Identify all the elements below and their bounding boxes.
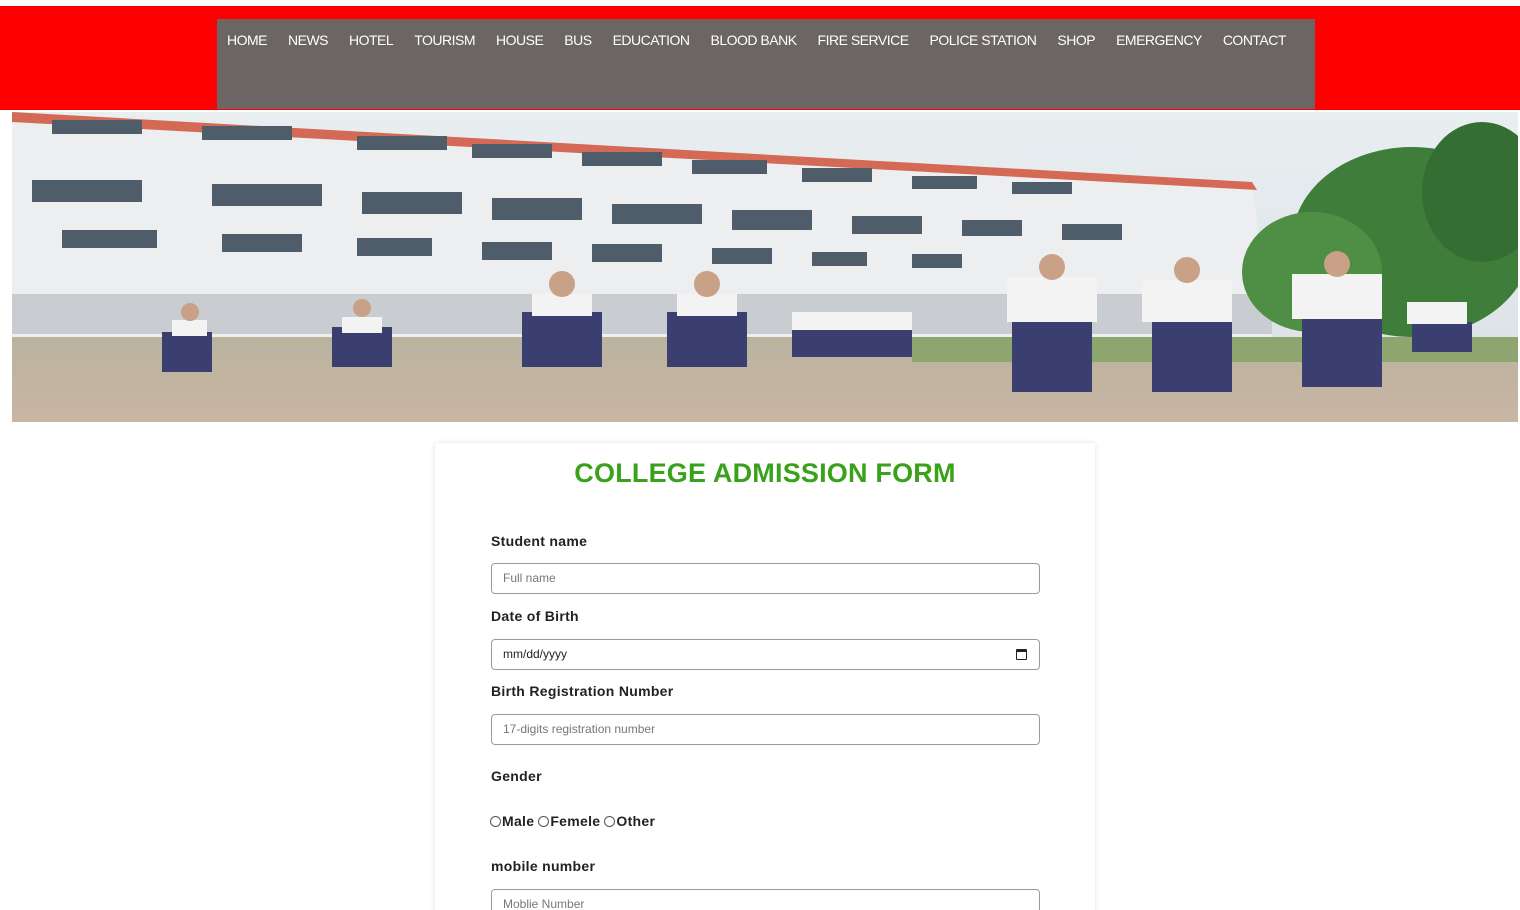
birth-reg-label: Birth Registration Number (491, 683, 674, 699)
nav-hotel[interactable]: HOTEL (349, 19, 394, 64)
nav-shop[interactable]: SHOP (1057, 19, 1095, 64)
hero-college-image (12, 112, 1518, 422)
gender-other-option[interactable]: Other (604, 813, 655, 829)
gender-other-label: Other (616, 813, 656, 829)
nav-contact[interactable]: CONTACT (1223, 19, 1287, 64)
birth-reg-input[interactable]: 17-digits registration number (491, 714, 1040, 745)
top-header-bar: HOME NEWS HOTEL TOURISM HOUSE BUS EDUCAT… (0, 6, 1520, 110)
gender-male-option[interactable]: Male (490, 813, 534, 829)
nav-emergency[interactable]: EMERGENCY (1116, 19, 1202, 64)
mobile-placeholder: Moblie Number (503, 897, 585, 910)
gender-other-radio[interactable] (604, 815, 616, 827)
nav-fire-service[interactable]: FIRE SERVICE (818, 19, 910, 64)
student-name-placeholder: Full name (503, 571, 556, 585)
student-name-input[interactable]: Full name (491, 563, 1040, 594)
admission-form-card: COLLEGE ADMISSION FORM Student name Full… (435, 443, 1095, 910)
dob-input[interactable]: mm/dd/yyyy (491, 639, 1040, 670)
nav-news[interactable]: NEWS (288, 19, 329, 64)
nav-bus[interactable]: BUS (564, 19, 592, 64)
calendar-icon[interactable] (1016, 649, 1027, 660)
nav-home[interactable]: HOME (227, 19, 268, 64)
gender-male-radio[interactable] (490, 815, 501, 827)
gender-female-label: Femele (550, 813, 601, 829)
nav-house[interactable]: HOUSE (496, 19, 544, 64)
mobile-label: mobile number (491, 858, 596, 874)
dob-value: mm/dd/yyyy (503, 647, 568, 661)
gender-female-radio[interactable] (538, 815, 550, 827)
gender-male-label: Male (502, 813, 535, 829)
form-title: COLLEGE ADMISSION FORM (574, 458, 956, 488)
nav-education[interactable]: EDUCATION (613, 19, 690, 64)
student-name-label: Student name (491, 533, 588, 549)
birth-reg-placeholder: 17-digits registration number (503, 722, 656, 736)
gender-label: Gender (491, 768, 542, 784)
nav-blood-bank[interactable]: BLOOD BANK (711, 19, 798, 64)
gender-female-option[interactable]: Femele (538, 813, 600, 829)
nav-tourism[interactable]: TOURISM (414, 19, 475, 64)
mobile-input[interactable]: Moblie Number (491, 889, 1040, 910)
dob-label: Date of Birth (491, 608, 579, 624)
main-navigation: HOME NEWS HOTEL TOURISM HOUSE BUS EDUCAT… (217, 19, 1315, 109)
gender-radio-group: Male Femele Other (490, 813, 659, 829)
nav-police-station[interactable]: POLICE STATION (930, 19, 1037, 64)
